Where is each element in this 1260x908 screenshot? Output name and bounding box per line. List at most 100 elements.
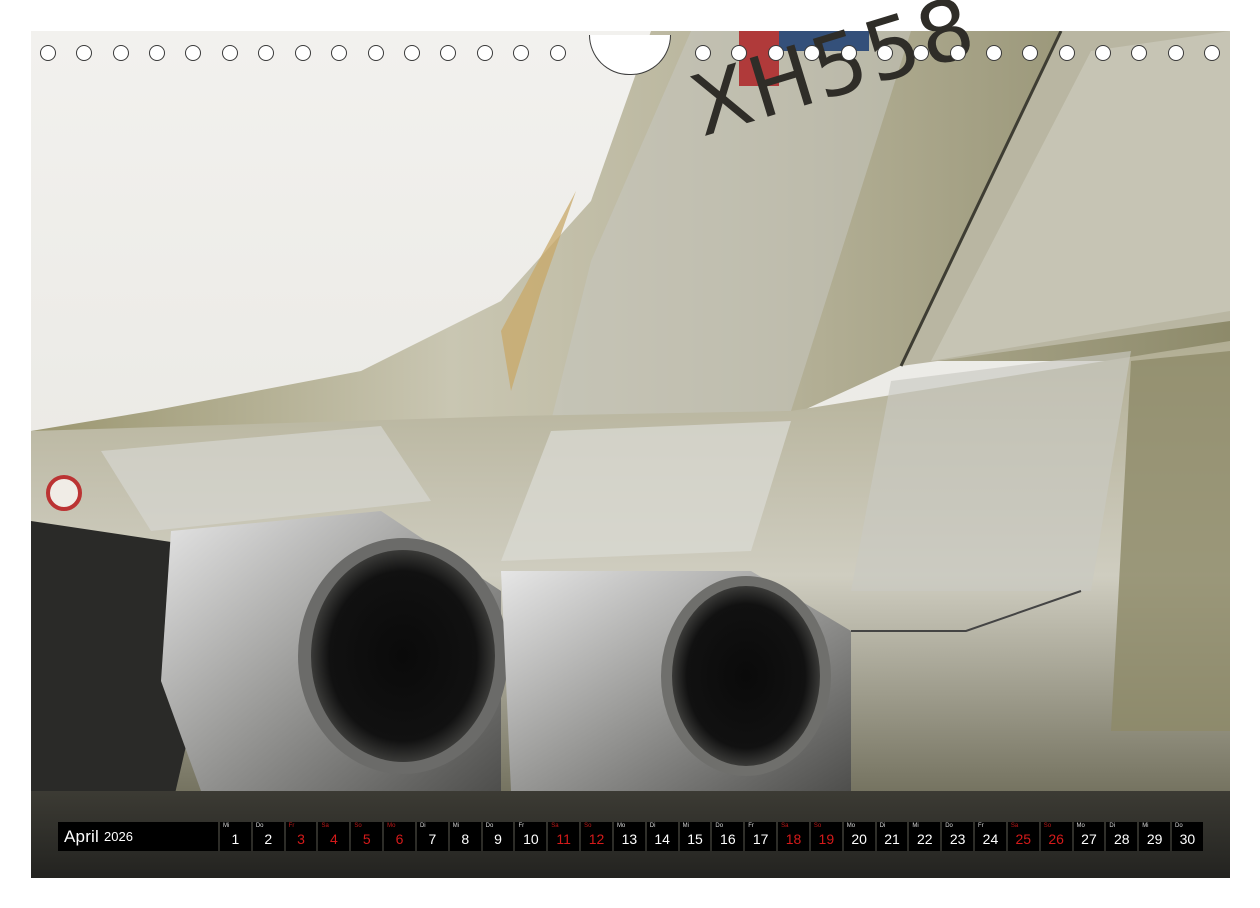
day-number: 4 — [330, 831, 338, 847]
binding-ring — [877, 45, 893, 61]
binding-ring — [1059, 45, 1075, 61]
day-cell: So 5 — [351, 822, 383, 851]
weekday-label: Mo — [616, 823, 626, 829]
binding-ring — [1131, 45, 1147, 61]
day-number: 14 — [654, 831, 670, 847]
day-cell: So 12 — [581, 822, 612, 851]
day-number: 9 — [494, 831, 502, 847]
day-number: 19 — [818, 831, 835, 847]
day-cell: Di 14 — [646, 822, 678, 851]
day-number: 26 — [1048, 831, 1064, 847]
day-cell: Fr 24 — [975, 822, 1006, 851]
weekday-label: Do — [485, 823, 494, 829]
weekday-label: Mo — [846, 823, 856, 829]
day-cell: Do 2 — [252, 822, 284, 851]
day-cell: So 26 — [1040, 822, 1072, 851]
day-cell: Fr 3 — [285, 822, 317, 851]
day-cell: Mi 22 — [909, 822, 941, 851]
day-number: 17 — [752, 831, 769, 847]
weekday-label: So — [354, 823, 362, 829]
binding-ring — [149, 45, 165, 61]
day-number: 27 — [1081, 831, 1097, 847]
binding-ring — [113, 45, 129, 61]
day-cell: Sa 4 — [318, 822, 350, 851]
binding-ring — [40, 45, 56, 61]
binding-ring — [368, 45, 384, 61]
day-cell: Mo 6 — [384, 822, 415, 851]
day-cell: Sa 18 — [778, 822, 809, 851]
weekday-label: Di — [419, 823, 426, 829]
day-number: 20 — [851, 831, 867, 847]
day-cell: Fr 10 — [515, 822, 547, 851]
day-cell: Di 7 — [416, 822, 448, 851]
month-name: April — [64, 826, 100, 846]
weekday-label: Do — [1175, 823, 1183, 829]
weekday-label: So — [1043, 823, 1052, 829]
binding-ring — [513, 45, 529, 61]
weekday-label: Di — [1109, 823, 1116, 829]
day-number: 21 — [884, 831, 900, 847]
binding-ring — [913, 45, 929, 61]
day-cell: Sa 11 — [548, 822, 580, 851]
weekday-label: Mi — [912, 823, 919, 829]
binding-ring — [477, 45, 493, 61]
day-number: 6 — [395, 831, 404, 847]
weekday-label: Di — [879, 823, 886, 829]
weekday-label: Mo — [387, 823, 396, 829]
day-cell: Mo 13 — [613, 822, 645, 851]
weekday-label: Di — [649, 823, 656, 829]
day-cell: Do 30 — [1172, 822, 1203, 851]
weekday-label: Do — [715, 823, 724, 829]
day-number: 1 — [231, 831, 240, 847]
binding-ring — [331, 45, 347, 61]
month-year: 2026 — [104, 829, 133, 844]
weekday-label: Do — [945, 823, 953, 829]
day-number: 2 — [264, 831, 273, 847]
weekday-label: Mi — [223, 823, 230, 829]
day-number: 22 — [917, 831, 933, 847]
day-cell: Mi 8 — [449, 822, 481, 851]
day-number: 23 — [949, 831, 966, 847]
day-number: 16 — [720, 831, 736, 847]
weekday-label: Mi — [452, 823, 460, 829]
binding-ring — [841, 45, 857, 61]
binding-ring — [440, 45, 456, 61]
binding-ring — [76, 45, 92, 61]
binding-ring — [258, 45, 274, 61]
day-cell: Mo 27 — [1073, 822, 1105, 851]
day-cell: Do 16 — [712, 822, 744, 851]
vulcan-tail-illustration — [31, 31, 1230, 878]
binding-ring — [222, 45, 238, 61]
aircraft-photo — [31, 31, 1230, 878]
binding-ring — [550, 45, 566, 61]
weekday-label: Fr — [978, 823, 984, 829]
month-label-cell: April 2026 — [58, 822, 218, 851]
binding-ring — [950, 45, 966, 61]
weekday-label: So — [584, 823, 592, 829]
weekday-label: Mi — [1142, 823, 1149, 829]
day-number: 12 — [588, 831, 605, 847]
binding-ring — [731, 45, 747, 61]
weekday-label: Sa — [1010, 823, 1019, 829]
weekday-label: Sa — [321, 823, 329, 829]
binding-ring — [404, 45, 420, 61]
day-number: 8 — [461, 831, 470, 847]
weekday-label: Fr — [288, 823, 295, 829]
day-cell: Di 21 — [876, 822, 908, 851]
weekday-label: Fr — [518, 823, 525, 829]
calendar-bar: April 2026 Mi 1 Do 2 Fr 3 Sa 4 So 5 Mo 6 Di 7 Mi 8 Do 9 Fr… — [58, 822, 1203, 851]
weekday-label: Sa — [781, 823, 789, 829]
weekday-label: So — [813, 823, 822, 829]
day-number: 10 — [523, 831, 539, 847]
day-cells: Mi 1 Do 2 Fr 3 Sa 4 So 5 Mo 6 Di 7 Mi 8 Do 9 Fr 10 Sa 11 So 12 M… — [220, 822, 1203, 851]
weekday-label: Sa — [551, 823, 559, 829]
binding-ring — [768, 45, 784, 61]
day-cell: Fr 17 — [745, 822, 777, 851]
weekday-label: Mo — [1076, 823, 1085, 829]
binding-ring — [695, 45, 711, 61]
weekday-label: Do — [255, 823, 264, 829]
binding-ring — [1168, 45, 1184, 61]
day-number: 29 — [1146, 831, 1163, 847]
day-number: 24 — [982, 831, 999, 847]
binding-ring — [295, 45, 311, 61]
